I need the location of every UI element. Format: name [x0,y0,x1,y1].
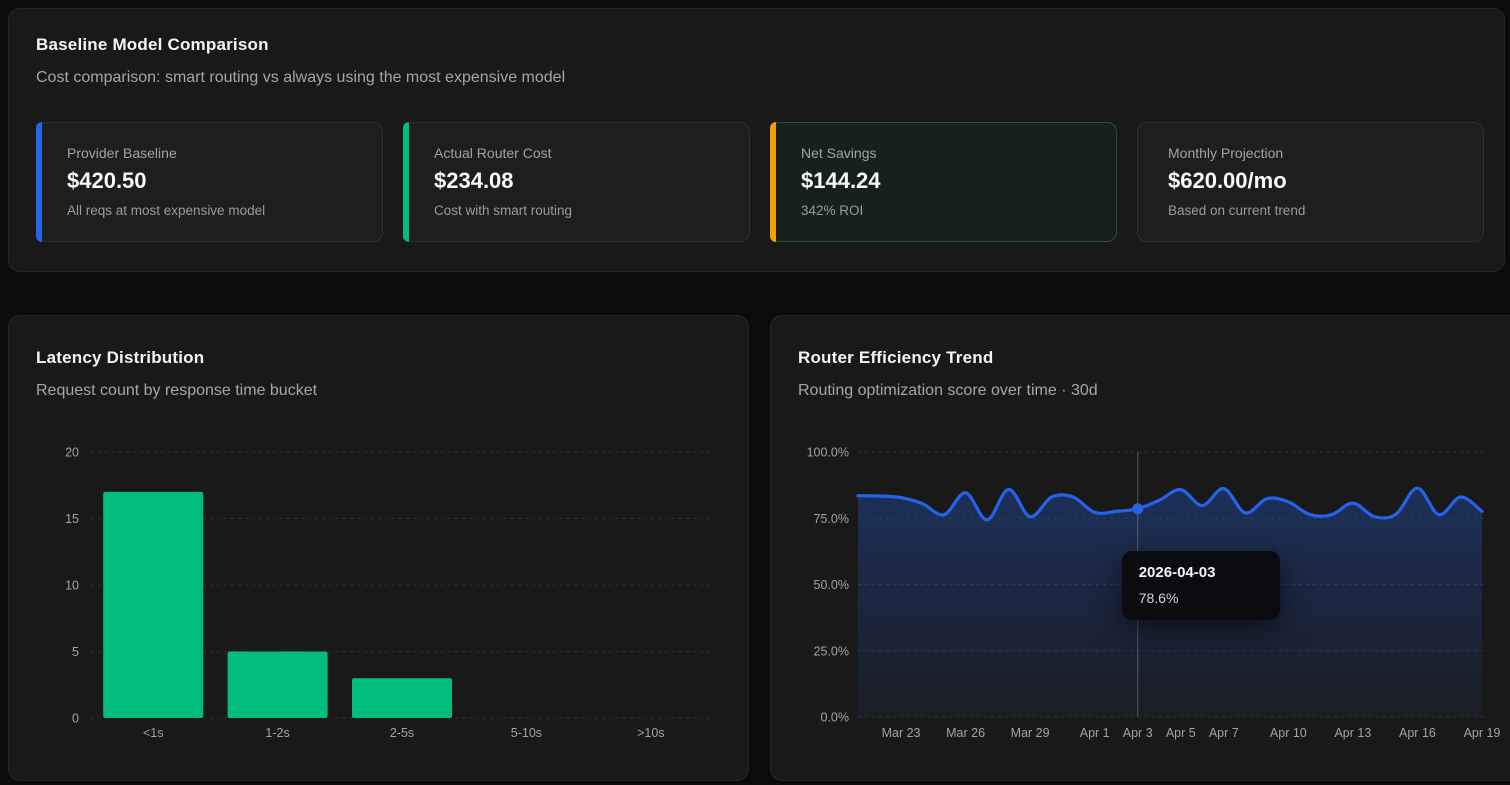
efficiency-panel-subtitle: Routing optimization score over time · 3… [798,382,1510,400]
svg-text:2-5s: 2-5s [390,726,414,740]
svg-text:5-10s: 5-10s [511,726,542,740]
svg-text:0.0%: 0.0% [821,711,850,725]
stat-subtext: 342% ROI [801,203,1098,218]
svg-text:0: 0 [72,712,79,726]
stat-label: Actual Router Cost [434,145,731,161]
stat-subtext: Based on current trend [1168,203,1465,218]
svg-text:Mar 23: Mar 23 [882,726,921,740]
svg-text:Apr 1: Apr 1 [1080,726,1110,740]
baseline-panel-title: Baseline Model Comparison [36,35,1504,55]
efficiency-chart-area: 0.0% 25.0% 50.0% 75.0% 100.0% Mar 23 Mar 26 Mar… [771,436,1510,776]
svg-text:Apr 13: Apr 13 [1334,726,1371,740]
svg-text:>10s: >10s [637,726,664,740]
dashboard-page: Baseline Model Comparison Cost compariso… [0,0,1510,785]
svg-text:75.0%: 75.0% [814,512,849,526]
efficiency-line-chart[interactable]: 0.0% 25.0% 50.0% 75.0% 100.0% Mar 23 Mar 26 Mar… [771,436,1510,766]
stat-card-monthly-projection: Monthly Projection $620.00/mo Based on c… [1137,122,1484,242]
svg-text:Apr 16: Apr 16 [1399,726,1436,740]
card-accent-bar [770,122,776,242]
stat-label: Net Savings [801,145,1098,161]
card-accent-bar [403,122,409,242]
stat-label: Monthly Projection [1168,145,1465,161]
latency-distribution-panel: Latency Distribution Request count by re… [8,315,749,781]
baseline-panel-subtitle: Cost comparison: smart routing vs always… [36,69,1504,87]
svg-text:25.0%: 25.0% [814,644,849,658]
svg-text:Apr 10: Apr 10 [1270,726,1307,740]
svg-text:15: 15 [65,512,79,526]
card-accent-bar [36,122,42,242]
stat-value: $620.00/mo [1168,168,1465,194]
stat-card-net-savings: Net Savings $144.24 342% ROI [770,122,1117,242]
svg-text:Apr 5: Apr 5 [1166,726,1196,740]
svg-text:Apr 3: Apr 3 [1123,726,1153,740]
baseline-comparison-panel: Baseline Model Comparison Cost compariso… [8,8,1505,272]
latency-bar-chart[interactable]: 0 5 10 15 20 <1s 1-2s 2-5s 5-10s >10s [9,436,750,766]
router-efficiency-panel: Router Efficiency Trend Routing optimiza… [770,315,1510,781]
svg-text:20: 20 [65,446,79,460]
svg-text:<1s: <1s [143,726,164,740]
latency-panel-title: Latency Distribution [36,348,748,368]
stat-subtext: Cost with smart routing [434,203,731,218]
stat-value: $144.24 [801,168,1098,194]
svg-text:Apr 19: Apr 19 [1464,726,1501,740]
svg-text:Mar 29: Mar 29 [1011,726,1050,740]
stat-cards-row: Provider Baseline $420.50 All reqs at mo… [36,122,1484,242]
stat-card-provider-baseline: Provider Baseline $420.50 All reqs at mo… [36,122,383,242]
svg-text:1-2s: 1-2s [265,726,289,740]
svg-text:10: 10 [65,579,79,593]
latency-panel-subtitle: Request count by response time bucket [36,382,748,400]
svg-text:100.0%: 100.0% [807,446,849,460]
efficiency-panel-title: Router Efficiency Trend [798,348,1510,368]
svg-text:Apr 7: Apr 7 [1209,726,1239,740]
svg-text:50.0%: 50.0% [814,578,849,592]
stat-subtext: All reqs at most expensive model [67,203,364,218]
stat-value: $234.08 [434,168,731,194]
svg-text:Mar 26: Mar 26 [946,726,985,740]
stat-value: $420.50 [67,168,364,194]
stat-label: Provider Baseline [67,145,364,161]
svg-text:5: 5 [72,645,79,659]
latency-chart-area: 0 5 10 15 20 <1s 1-2s 2-5s 5-10s >10s [9,436,754,776]
stat-card-actual-router-cost: Actual Router Cost $234.08 Cost with sma… [403,122,750,242]
